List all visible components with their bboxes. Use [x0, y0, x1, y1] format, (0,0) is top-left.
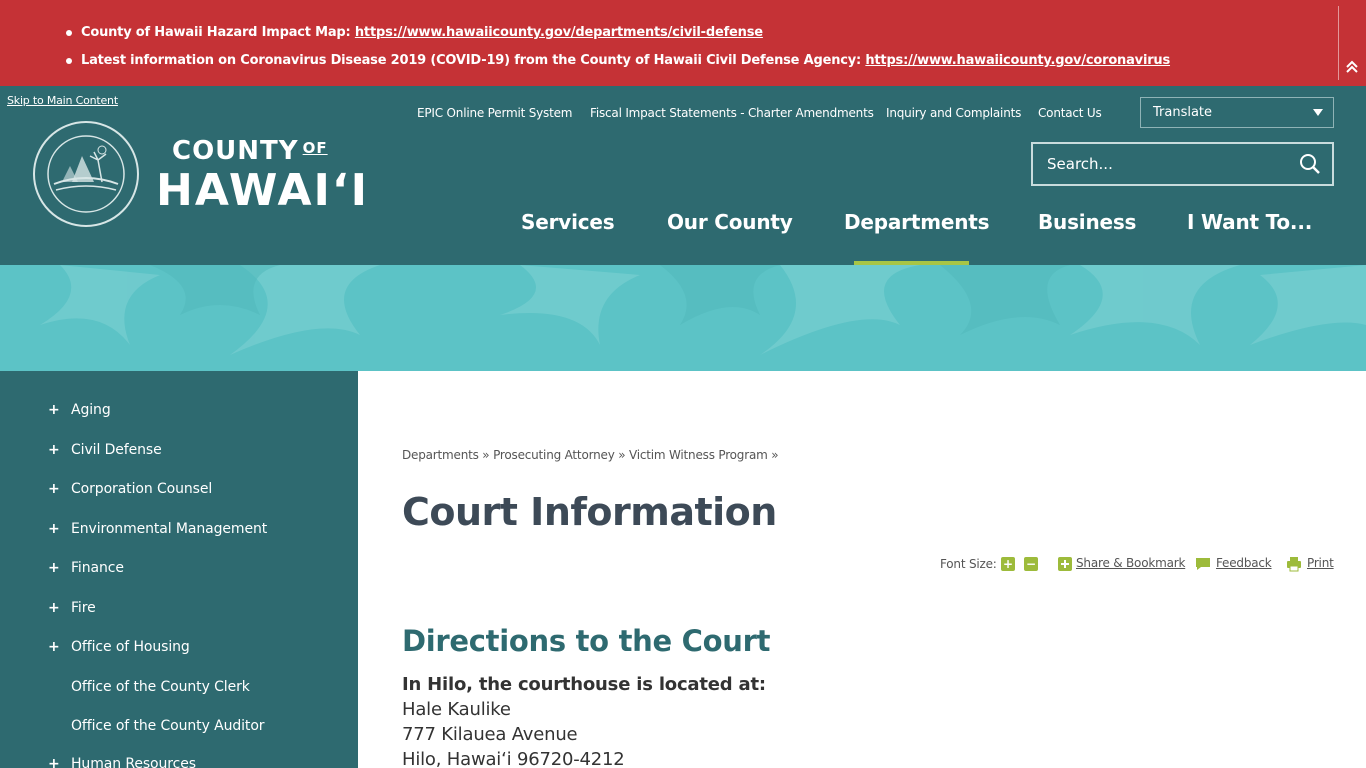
- feedback-link[interactable]: Feedback: [1216, 556, 1272, 570]
- sidebar-item-fire[interactable]: Fire: [71, 600, 96, 616]
- alert-link[interactable]: https://www.hawaiicounty.gov/coronavirus: [865, 53, 1170, 68]
- address-line: Hale Kaulike: [402, 699, 511, 720]
- breadcrumb-separator: »: [618, 448, 626, 462]
- alert-link[interactable]: https://www.hawaiicounty.gov/departments…: [355, 25, 763, 40]
- utility-link-fiscal-impact[interactable]: Fiscal Impact Statements - Charter Amend…: [590, 106, 874, 120]
- chevron-down-icon: [1313, 109, 1323, 116]
- expand-plus-icon[interactable]: +: [48, 402, 60, 418]
- search-box: [1031, 142, 1334, 186]
- address-lead: In Hilo, the courthouse is located at:: [402, 674, 766, 695]
- section-heading: Directions to the Court: [402, 624, 771, 658]
- translate-label: Translate: [1153, 105, 1213, 120]
- collapse-alerts-icon[interactable]: [1343, 60, 1361, 78]
- sidebar-item-county-auditor[interactable]: Office of the County Auditor: [71, 718, 265, 734]
- feedback-icon: [1195, 556, 1211, 572]
- nav-departments[interactable]: Departments: [844, 210, 990, 234]
- alert-item: Latest information on Coronavirus Diseas…: [65, 50, 1170, 78]
- print-icon: [1286, 556, 1302, 572]
- sidebar-item-county-clerk[interactable]: Office of the County Clerk: [71, 679, 250, 695]
- translate-select[interactable]: Translate: [1140, 97, 1334, 128]
- logo-county-text: COUNTY: [172, 136, 299, 166]
- logo-of-text: OF: [302, 139, 328, 157]
- breadcrumb-link-departments[interactable]: Departments: [402, 448, 479, 462]
- utility-link-epic[interactable]: EPIC Online Permit System: [417, 106, 572, 120]
- sidebar-item-civil-defense[interactable]: Civil Defense: [71, 442, 162, 458]
- print-link[interactable]: Print: [1307, 556, 1334, 570]
- alert-item: County of Hawaii Hazard Impact Map: http…: [65, 22, 1170, 50]
- sidebar-item-human-resources[interactable]: Human Resources: [71, 756, 196, 768]
- font-decrease-button[interactable]: −: [1024, 557, 1038, 571]
- breadcrumb-link-prosecuting-attorney[interactable]: Prosecuting Attorney: [493, 448, 615, 462]
- sidebar-item-environmental-management[interactable]: Environmental Management: [71, 521, 267, 537]
- breadcrumb-separator: »: [771, 448, 779, 462]
- search-input[interactable]: [1033, 144, 1288, 184]
- breadcrumb-separator: »: [482, 448, 490, 462]
- alert-banner: County of Hawaii Hazard Impact Map: http…: [0, 0, 1366, 86]
- department-sidebar: + Aging + Civil Defense + Corporation Co…: [0, 371, 358, 768]
- address-line: Hilo, Hawai‘i 96720-4212: [402, 749, 625, 768]
- expand-plus-icon[interactable]: +: [48, 481, 60, 497]
- expand-plus-icon[interactable]: +: [48, 442, 60, 458]
- nav-business[interactable]: Business: [1038, 210, 1136, 234]
- page-title: Court Information: [402, 490, 777, 534]
- site-header: Skip to Main Content COUNTY OF HAWAI‘I EP…: [0, 86, 1366, 265]
- county-seal-logo[interactable]: [32, 120, 140, 228]
- breadcrumb-link-victim-witness[interactable]: Victim Witness Program: [629, 448, 768, 462]
- font-size-label: Font Size:: [940, 557, 997, 571]
- utility-link-contact[interactable]: Contact Us: [1038, 106, 1102, 120]
- breadcrumb: Departments » Prosecuting Attorney » Vic…: [402, 448, 779, 462]
- expand-plus-icon[interactable]: +: [48, 600, 60, 616]
- nav-i-want-to[interactable]: I Want To...: [1187, 210, 1312, 234]
- sidebar-item-office-of-housing[interactable]: Office of Housing: [71, 639, 190, 655]
- expand-plus-icon[interactable]: +: [48, 521, 60, 537]
- expand-plus-icon[interactable]: +: [48, 756, 60, 768]
- search-icon[interactable]: [1299, 153, 1321, 175]
- palm-silhouette-decoration: [40, 265, 1366, 355]
- logo-wordmark-county: COUNTY OF: [172, 136, 328, 166]
- font-increase-button[interactable]: +: [1001, 557, 1015, 571]
- share-icon: [1057, 556, 1073, 572]
- sidebar-item-corporation-counsel[interactable]: Corporation Counsel: [71, 481, 212, 497]
- alert-label: County of Hawaii Hazard Impact Map:: [81, 25, 351, 40]
- logo-wordmark-hawaii: HAWAI‘I: [156, 165, 369, 216]
- nav-services[interactable]: Services: [521, 210, 615, 234]
- sidebar-item-finance[interactable]: Finance: [71, 560, 124, 576]
- alert-divider: [1338, 6, 1339, 80]
- skip-to-main-link[interactable]: Skip to Main Content: [7, 94, 118, 107]
- expand-plus-icon[interactable]: +: [48, 639, 60, 655]
- alert-label: Latest information on Coronavirus Diseas…: [81, 53, 862, 68]
- sidebar-item-aging[interactable]: Aging: [71, 402, 111, 418]
- address-line: 777 Kilauea Avenue: [402, 724, 578, 745]
- alert-list: County of Hawaii Hazard Impact Map: http…: [65, 22, 1170, 78]
- utility-link-inquiry[interactable]: Inquiry and Complaints: [886, 106, 1021, 120]
- share-bookmark-link[interactable]: Share & Bookmark: [1076, 556, 1185, 570]
- expand-plus-icon[interactable]: +: [48, 560, 60, 576]
- hero-banner: [0, 265, 1366, 371]
- nav-our-county[interactable]: Our County: [667, 210, 793, 234]
